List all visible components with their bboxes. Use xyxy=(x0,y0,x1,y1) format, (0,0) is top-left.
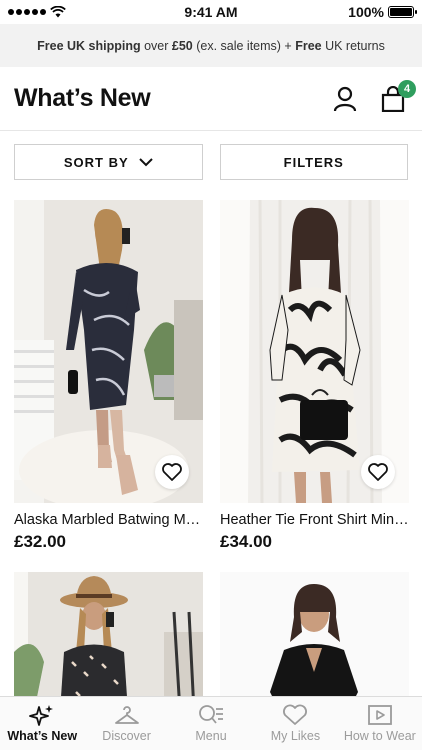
tab-how-to-wear[interactable]: How to Wear xyxy=(338,697,422,750)
heart-icon xyxy=(368,463,388,481)
status-bar: 9:41 AM 100% xyxy=(0,0,422,24)
sparkle-icon xyxy=(29,705,54,726)
search-menu-icon xyxy=(199,705,224,724)
account-button[interactable] xyxy=(330,84,360,114)
bag-count-badge: 4 xyxy=(398,79,416,98)
product-grid: Alaska Marbled Batwing Midi Dress £32.00 xyxy=(0,180,422,712)
product-image[interactable] xyxy=(220,200,409,503)
promo-banner[interactable]: Free UK shipping over £50 (ex. sale item… xyxy=(0,24,422,67)
user-icon xyxy=(333,86,357,111)
like-button[interactable] xyxy=(155,455,189,489)
promo-text-3: £50 xyxy=(171,38,193,53)
tab-label: My Likes xyxy=(270,729,321,743)
tab-menu[interactable]: Menu xyxy=(169,697,253,750)
sort-button[interactable]: SORT BY xyxy=(14,144,203,180)
product-name[interactable]: Heather Tie Front Shirt Mini Dress xyxy=(220,512,409,528)
product-card[interactable]: Heather Tie Front Shirt Mini Dress £34.0… xyxy=(220,200,409,552)
tab-label: How to Wear xyxy=(343,729,416,743)
tab-label: What’s New xyxy=(7,729,78,743)
tab-whats-new[interactable]: What’s New xyxy=(0,697,84,750)
page-header: What’s New 4 xyxy=(0,67,422,131)
filters-label: FILTERS xyxy=(283,154,344,170)
product-price: £34.00 xyxy=(220,532,272,551)
product-image[interactable] xyxy=(14,200,203,503)
bottom-tab-bar: What’s New Discover Menu My Likes How to… xyxy=(0,696,422,750)
product-card[interactable]: Alaska Marbled Batwing Midi Dress £32.00 xyxy=(14,200,203,552)
sort-label: SORT BY xyxy=(63,154,129,170)
play-icon xyxy=(367,705,392,725)
promo-text-1: Free UK shipping xyxy=(37,38,141,53)
chevron-down-icon xyxy=(138,157,153,166)
product-price: £32.00 xyxy=(14,532,66,551)
status-time: 9:41 AM xyxy=(184,4,238,20)
product-image[interactable] xyxy=(14,572,203,712)
heart-icon xyxy=(162,463,182,481)
product-card[interactable] xyxy=(14,552,203,712)
battery-percent: 100% xyxy=(348,4,384,20)
signal-dots-icon xyxy=(8,9,46,15)
signal-indicator xyxy=(8,6,118,18)
promo-text-4: (ex. sale items) + xyxy=(192,38,296,53)
product-image[interactable] xyxy=(220,572,409,712)
list-controls: SORT BY FILTERS xyxy=(0,131,422,180)
bag-button[interactable]: 4 xyxy=(378,79,416,114)
page-title: What’s New xyxy=(14,84,151,112)
tab-label: Discover xyxy=(102,729,151,743)
promo-text-5: Free xyxy=(295,38,322,53)
tab-my-likes[interactable]: My Likes xyxy=(253,697,337,750)
like-button[interactable] xyxy=(361,455,395,489)
hanger-icon xyxy=(114,706,139,724)
tab-label: Menu xyxy=(195,729,227,743)
battery-icon xyxy=(387,6,417,18)
heart-icon xyxy=(283,704,308,725)
wifi-icon xyxy=(50,6,66,18)
promo-text-6: UK returns xyxy=(321,38,385,53)
tab-discover[interactable]: Discover xyxy=(84,697,168,750)
product-name[interactable]: Alaska Marbled Batwing Midi Dress xyxy=(14,512,203,528)
filters-button[interactable]: FILTERS xyxy=(219,144,408,180)
product-card[interactable] xyxy=(220,552,409,712)
promo-text-2: over xyxy=(140,38,172,53)
